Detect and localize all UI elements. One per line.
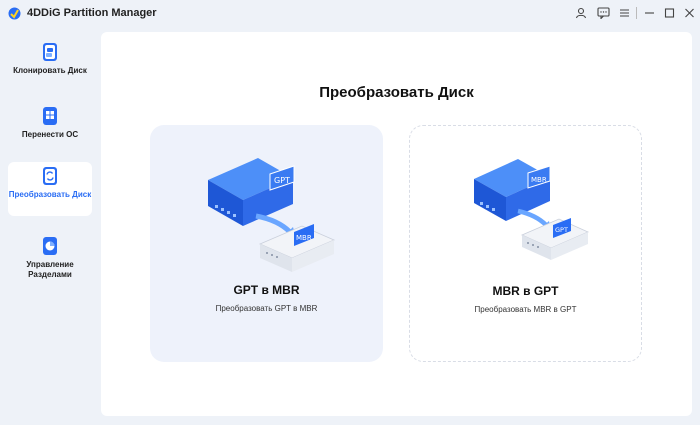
card-subtitle: Преобразовать GPT в MBR [215, 304, 318, 313]
minimize-icon[interactable] [640, 4, 658, 22]
maximize-icon[interactable] [660, 4, 678, 22]
card-title: MBR в GPT [492, 284, 559, 298]
title-bar: 4DDiG Partition Manager [0, 0, 700, 26]
sidebar-item-migrate-os[interactable]: Перенести ОС [8, 102, 92, 156]
sidebar-item-label: Преобразовать Диск [8, 190, 92, 199]
sidebar-item-clone-disk[interactable]: Клонировать Диск [8, 38, 92, 92]
mbr-to-gpt-card[interactable]: MBR GPT MBR в GPT Преобразовать MBR в GP… [409, 125, 642, 362]
main-panel: Преобразовать Диск GPT MBR GPT в MBR Пре… [101, 32, 692, 416]
migrate-os-icon [43, 107, 57, 125]
source-badge-label: MBR [531, 176, 547, 184]
disk-conversion-illustration: GPT MBR [208, 158, 336, 272]
target-badge-label: MBR [296, 234, 312, 242]
close-icon[interactable] [680, 4, 698, 22]
sidebar-item-label-line1: Управление [26, 260, 74, 269]
page-title: Преобразовать Диск [319, 84, 474, 101]
card-title: GPT в MBR [233, 283, 300, 297]
source-badge-label: GPT [274, 176, 290, 185]
convert-disk-icon [43, 167, 57, 185]
sidebar-item-convert-disk[interactable]: Преобразовать Диск [8, 162, 92, 216]
sidebar-item-label-line2: Разделами [28, 270, 72, 279]
disk-conversion-illustration: MBR GPT [474, 159, 589, 260]
user-icon[interactable] [572, 4, 590, 22]
feedback-icon[interactable] [594, 4, 612, 22]
sidebar-item-label: Управление Разделами [8, 260, 92, 280]
menu-icon[interactable] [615, 4, 633, 22]
manage-partitions-icon [43, 237, 57, 255]
target-badge-label: GPT [555, 226, 568, 234]
sidebar-item-manage-partitions[interactable]: Управление Разделами [8, 232, 92, 292]
sidebar-item-label: Перенести ОС [21, 130, 79, 139]
titlebar-separator [636, 7, 637, 19]
app-logo-icon [8, 7, 21, 20]
clone-disk-icon [43, 43, 57, 61]
gpt-to-mbr-card[interactable]: GPT MBR GPT в MBR Преобразовать GPT в MB… [150, 125, 383, 362]
app-title: 4DDiG Partition Manager [27, 7, 157, 19]
card-subtitle: Преобразовать MBR в GPT [474, 305, 577, 314]
sidebar-item-label: Клонировать Диск [13, 66, 87, 75]
